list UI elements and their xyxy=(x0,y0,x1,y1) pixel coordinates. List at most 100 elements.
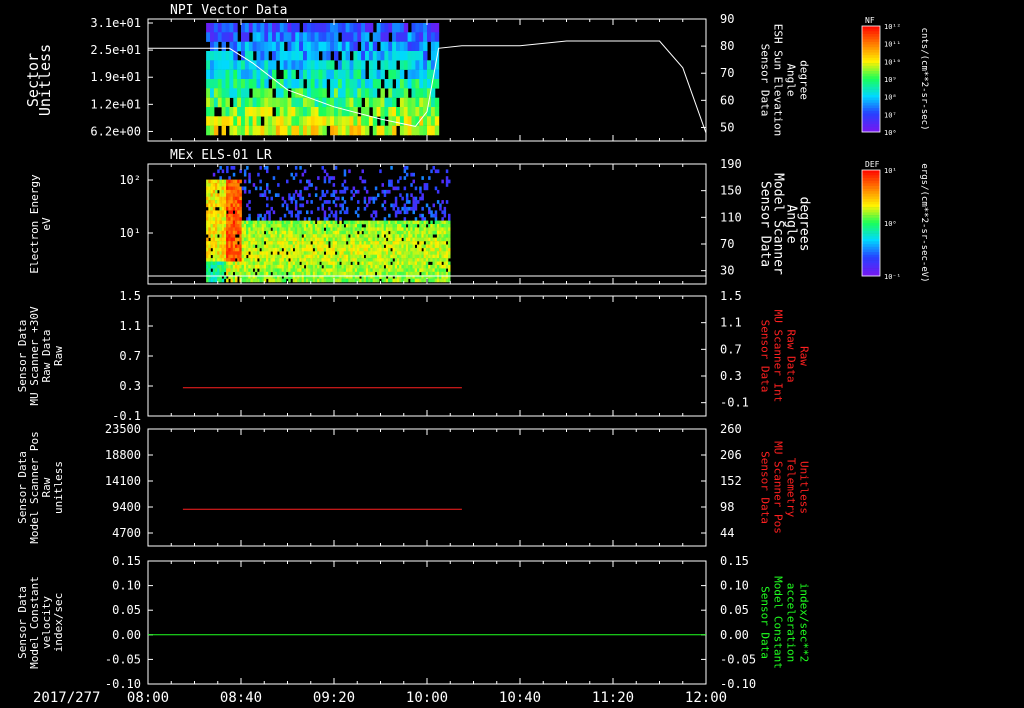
spectrogram-cell xyxy=(345,125,350,136)
spectrogram-cell xyxy=(287,125,292,136)
spectrogram-cell xyxy=(310,227,313,232)
spectrogram-cell xyxy=(292,241,296,245)
spectrogram-cell xyxy=(268,88,273,98)
colorbar-cell xyxy=(862,260,880,264)
spectrogram-cell xyxy=(343,268,347,273)
spectrogram-cell xyxy=(341,271,344,276)
spectrogram-cell xyxy=(312,261,316,266)
spectrogram-cell xyxy=(334,220,338,225)
spectrogram-cell xyxy=(279,41,285,52)
spectrogram-cell xyxy=(330,41,335,52)
panel-3: 1.51.10.70.3-0.11.51.10.70.3-0.1Sensor D… xyxy=(16,289,811,423)
colorbar-cell xyxy=(862,110,880,114)
spectrogram-cell xyxy=(345,234,349,238)
spectrogram-cell xyxy=(246,237,249,242)
spectrogram-cell xyxy=(388,220,391,225)
spectrogram-cell xyxy=(439,203,442,208)
spectrogram-cell xyxy=(241,230,245,235)
spectrogram-cell xyxy=(241,247,245,252)
spectrogram-cell xyxy=(303,261,307,266)
spectrogram-cell xyxy=(215,237,218,242)
spectrogram-cell xyxy=(314,88,319,98)
spectrogram-cell xyxy=(235,268,238,273)
spectrogram-cell xyxy=(274,220,278,225)
spectrogram-cell xyxy=(365,254,369,259)
spectrogram-cell xyxy=(370,241,373,245)
spectrogram-cell xyxy=(215,264,218,269)
spectrogram-cell xyxy=(345,210,349,215)
spectrogram-cell xyxy=(381,203,384,208)
spectrogram-cell xyxy=(383,247,387,252)
spectrogram-cell xyxy=(314,60,319,70)
spectrogram-cell xyxy=(208,227,211,232)
spectrogram-cell xyxy=(257,271,260,276)
spectrogram-cell xyxy=(219,234,222,238)
spectrogram-cell xyxy=(208,278,211,283)
spectrogram-cell xyxy=(363,186,367,191)
spectrogram-cell xyxy=(301,203,305,208)
spectrogram-cell xyxy=(330,258,333,262)
spectrogram-cell xyxy=(339,278,342,283)
spectrogram-cell xyxy=(223,241,227,245)
y-axis-label-line: Model Constant xyxy=(772,576,785,669)
colorbar-tick-label: 10⁸ xyxy=(884,94,897,102)
spectrogram-cell xyxy=(263,217,267,221)
spectrogram-cell xyxy=(343,258,347,262)
spectrogram-cell xyxy=(208,251,211,255)
colorbar-cell xyxy=(862,183,880,187)
spectrogram-cell xyxy=(208,193,211,197)
spectrogram-cell xyxy=(334,79,339,89)
spectrogram-cell xyxy=(306,254,309,259)
spectrogram-cell xyxy=(415,79,420,89)
spectrogram-cell xyxy=(286,264,289,269)
spectrogram-cell xyxy=(259,271,262,276)
spectrogram-cell xyxy=(379,169,382,174)
spectrogram-cell xyxy=(377,264,380,269)
spectrogram-cell xyxy=(414,203,418,208)
spectrogram-cell xyxy=(385,230,389,235)
spectrogram-cell xyxy=(339,189,342,194)
spectrogram-cell xyxy=(394,244,398,249)
spectrogram-cell xyxy=(388,183,391,187)
spectrogram-cell xyxy=(306,51,312,61)
spectrogram-cell xyxy=(363,196,367,201)
spectrogram-cell xyxy=(257,251,260,255)
spectrogram-cell xyxy=(213,32,219,42)
spectrogram-cell xyxy=(287,97,292,108)
spectrogram-cell xyxy=(341,88,347,98)
spectrogram-cell xyxy=(357,234,360,238)
spectrogram-cell xyxy=(383,189,387,194)
spectrogram-cell xyxy=(419,244,422,249)
spectrogram-cell xyxy=(260,60,265,70)
spectrogram-cell xyxy=(383,261,387,266)
spectrogram-cell xyxy=(237,251,240,255)
spectrogram-cell xyxy=(421,258,424,262)
spectrogram-cell xyxy=(221,220,225,225)
spectrogram-cell xyxy=(243,227,247,232)
spectrogram-cell xyxy=(283,234,287,238)
spectrogram-cell xyxy=(314,51,319,61)
spectrogram-cell xyxy=(434,247,438,252)
spectrogram-cell xyxy=(337,244,340,249)
spectrogram-cell xyxy=(381,234,384,238)
spectrogram-cell xyxy=(410,193,413,197)
spectrogram-cell xyxy=(318,23,323,33)
spectrogram-cell xyxy=(392,186,395,191)
spectrogram-cell xyxy=(365,251,369,255)
spectrogram-cell xyxy=(228,189,231,194)
spectrogram-cell xyxy=(372,217,376,221)
spectrogram-cell xyxy=(217,264,220,269)
spectrogram-cell xyxy=(412,200,415,204)
spectrogram-cell xyxy=(260,107,265,117)
spectrogram-cell xyxy=(445,220,449,225)
spectrogram-cell xyxy=(332,189,336,194)
spectrogram-cell xyxy=(357,247,360,252)
spectrogram-cell xyxy=(407,69,412,80)
spectrogram-cell xyxy=(388,241,391,245)
spectrogram-cell xyxy=(221,23,226,33)
spectrogram-cell xyxy=(334,261,338,266)
spectrogram-cell xyxy=(228,264,231,269)
spectrogram-cell xyxy=(421,264,424,269)
spectrogram-cell xyxy=(225,32,230,42)
spectrogram-cell xyxy=(357,241,360,245)
